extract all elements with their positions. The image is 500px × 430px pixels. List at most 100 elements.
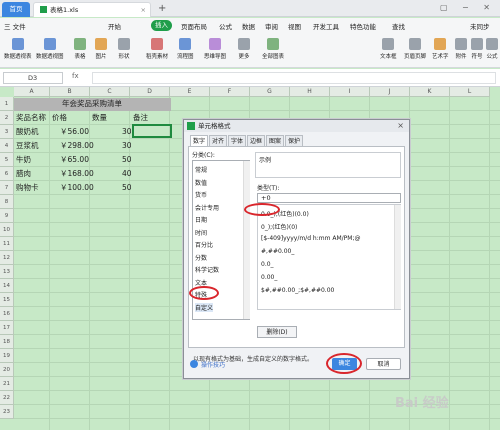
fx-icon[interactable]: fx [72, 72, 79, 80]
type-list[interactable]: 0.0_);(红色)(0.0) 0_);(红色)(0) [$-409]yyyy/m/… [257, 204, 401, 310]
ribbon-shape[interactable]: 形状 [118, 36, 130, 60]
column-header[interactable]: B [50, 87, 90, 97]
category-item[interactable]: 百分比 [195, 240, 213, 249]
type-list-item[interactable]: $#,##0.00_;$#,##0.00 [261, 287, 334, 294]
table-cell[interactable]: 豆浆机 [16, 140, 39, 152]
type-list-item[interactable]: 0.00_ [261, 274, 277, 281]
column-header[interactable]: J [370, 87, 410, 97]
column-header[interactable]: D [130, 87, 170, 97]
menu-dev-tools[interactable]: 开发工具 [313, 21, 339, 31]
menu-special[interactable]: 特色功能 [350, 21, 376, 31]
menu-formula[interactable]: 公式 [219, 21, 232, 31]
tab-protection[interactable]: 保护 [285, 135, 303, 146]
table-cell[interactable]: 40 [122, 168, 132, 180]
header-remark[interactable]: 备注 [133, 112, 148, 124]
row-header[interactable]: 23 [0, 405, 14, 419]
ribbon-table[interactable]: 表格 [74, 36, 86, 60]
tab-alignment[interactable]: 对齐 [209, 135, 227, 146]
row-header[interactable]: 17 [0, 321, 14, 335]
column-header[interactable]: K [410, 87, 450, 97]
row-header[interactable]: 8 [0, 195, 14, 209]
ribbon-textbox[interactable]: 文本框 [380, 36, 397, 60]
header-quantity[interactable]: 数量 [92, 112, 107, 124]
column-header[interactable]: L [450, 87, 490, 97]
tab-file[interactable]: 表格1.xls × [33, 2, 151, 17]
menu-start[interactable]: 开始 [108, 21, 121, 31]
type-scrollbar[interactable] [394, 205, 401, 309]
category-scrollbar[interactable] [243, 161, 250, 319]
row-header[interactable]: 9 [0, 209, 14, 223]
close-tab-icon[interactable]: × [141, 3, 146, 18]
column-header[interactable]: A [14, 87, 50, 97]
table-cell[interactable]: 腊肉 [16, 168, 31, 180]
ribbon-all-charts[interactable]: 全部图表 [262, 36, 284, 60]
table-cell[interactable]: ￥65.00 [60, 154, 89, 166]
category-item[interactable]: 分数 [195, 253, 207, 262]
row-header[interactable]: 18 [0, 335, 14, 349]
column-header[interactable]: C [90, 87, 130, 97]
ribbon-formula[interactable]: 公式 [486, 36, 498, 60]
delete-button[interactable]: 删除(D) [257, 326, 297, 338]
close-icon[interactable]: × [397, 120, 404, 132]
menu-page-layout[interactable]: 页面布局 [181, 21, 207, 31]
ribbon-flowchart[interactable]: 流程图 [177, 36, 194, 60]
table-cell[interactable]: 购物卡 [16, 182, 39, 194]
column-header[interactable]: I [330, 87, 370, 97]
tab-border[interactable]: 边框 [247, 135, 265, 146]
ribbon-pivot-chart[interactable]: 数据透视图 [36, 36, 64, 60]
type-input[interactable]: +0 [257, 193, 401, 203]
row-header[interactable]: 14 [0, 279, 14, 293]
tips-icon[interactable] [190, 360, 198, 368]
ribbon-header-footer[interactable]: 页眉页脚 [404, 36, 426, 60]
menu-data[interactable]: 数据 [242, 21, 255, 31]
tab-home[interactable]: 首页 [2, 2, 30, 17]
category-item[interactable]: 科学记数 [195, 265, 219, 274]
row-header[interactable]: 12 [0, 251, 14, 265]
row-header[interactable]: 19 [0, 349, 14, 363]
menu-review[interactable]: 审阅 [265, 21, 278, 31]
header-price[interactable]: 价格 [52, 112, 67, 124]
table-cell[interactable]: ￥298.00 [60, 140, 94, 152]
dialog-titlebar[interactable]: 单元格格式 × [184, 120, 409, 132]
row-header[interactable]: 20 [0, 363, 14, 377]
menu-search[interactable]: 查找 [392, 21, 405, 31]
table-cell[interactable]: ￥168.00 [60, 168, 94, 180]
ribbon-wordart[interactable]: 艺术字 [432, 36, 449, 60]
row-header[interactable]: 22 [0, 391, 14, 405]
column-header[interactable]: E [170, 87, 210, 97]
ribbon-symbol[interactable]: 符号 [471, 36, 483, 60]
table-cell[interactable]: 酸奶机 [16, 126, 39, 138]
category-item[interactable]: 会计专用 [195, 203, 219, 212]
name-box[interactable]: D3 [3, 72, 63, 84]
menu-sync[interactable]: 未同步 [470, 21, 490, 31]
row-header[interactable]: 2 [0, 111, 14, 125]
row-header[interactable]: 13 [0, 265, 14, 279]
menu-insert[interactable]: 插入 [151, 20, 172, 31]
category-item[interactable]: 自定义 [195, 302, 214, 312]
column-header[interactable]: F [210, 87, 250, 97]
row-header[interactable]: 5 [0, 153, 14, 167]
row-header[interactable]: 4 [0, 139, 14, 153]
table-cell[interactable]: 30 [122, 140, 132, 152]
category-item[interactable]: 数值 [195, 178, 207, 187]
type-list-item[interactable]: 0.0_ [261, 261, 274, 268]
category-item[interactable]: 常规 [195, 165, 207, 174]
category-item[interactable]: 日期 [195, 215, 207, 224]
row-header[interactable]: 10 [0, 223, 14, 237]
ribbon-docer[interactable]: 稻壳素材 [146, 36, 168, 60]
ribbon-picture[interactable]: 图片 [95, 36, 107, 60]
type-list-item[interactable]: #,##0.00_ [261, 248, 294, 255]
selected-cell[interactable] [132, 124, 172, 138]
type-list-item[interactable]: [$-409]yyyy/m/d h:mm AM/PM;@ [261, 235, 360, 242]
ribbon-pivot-table[interactable]: 数据透视表 [4, 36, 32, 60]
header-prize-name[interactable]: 奖品名称 [16, 112, 46, 124]
ribbon-attachment[interactable]: 附件 [455, 36, 467, 60]
row-header[interactable]: 3 [0, 125, 14, 139]
row-header[interactable]: 1 [0, 97, 14, 111]
table-cell[interactable]: 50 [122, 154, 132, 166]
row-header[interactable]: 7 [0, 181, 14, 195]
row-header[interactable]: 16 [0, 307, 14, 321]
tab-font[interactable]: 字体 [228, 135, 246, 146]
tab-pattern[interactable]: 图案 [266, 135, 284, 146]
row-header[interactable]: 11 [0, 237, 14, 251]
